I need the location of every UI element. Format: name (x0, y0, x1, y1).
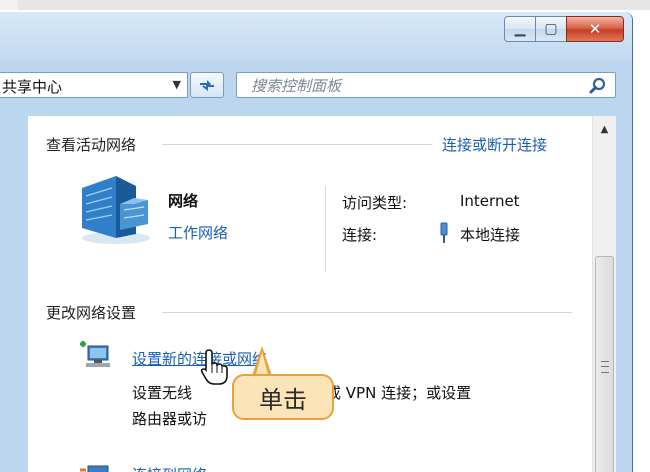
scroll-up-icon[interactable]: ▲ (593, 116, 616, 142)
refresh-button[interactable] (190, 72, 224, 98)
callout-text: 单击 (259, 385, 307, 414)
connect-to-network-link[interactable]: 连接到网络 (132, 464, 207, 472)
breadcrumb-text: 共享中心 (2, 78, 63, 96)
description-part-a: 设置无线 (132, 384, 193, 402)
scrollbar-thumb[interactable] (595, 256, 614, 472)
vertical-scrollbar[interactable]: ▲ (592, 116, 616, 472)
connection-label: 连接: (342, 226, 378, 244)
search-input[interactable] (249, 75, 573, 97)
close-icon: ✕ (588, 20, 602, 38)
close-button[interactable]: ✕ (566, 16, 624, 42)
background-strip-inner (18, 0, 650, 10)
search-icon[interactable] (589, 77, 607, 95)
ethernet-icon (440, 222, 448, 243)
chevron-down-icon[interactable]: ▼ (173, 78, 181, 91)
minimize-icon: ▁ (514, 21, 526, 37)
connect-network-icon (80, 465, 109, 472)
access-type-label: 访问类型: (342, 194, 408, 212)
network-name: 网络 (168, 192, 199, 210)
new-connection-icon (80, 341, 110, 367)
title-bar: ▁ ▢ ✕ (0, 12, 632, 60)
minimize-button[interactable]: ▁ (504, 16, 536, 42)
address-bar: 共享中心 ▼ (0, 68, 632, 108)
search-box[interactable] (236, 72, 616, 98)
click-callout: 单击 (232, 374, 334, 420)
connect-disconnect-link[interactable]: 连接或断开连接 (442, 134, 547, 155)
section-title-active-networks: 查看活动网络 (46, 136, 137, 154)
local-connection-link[interactable]: 本地连接 (460, 224, 520, 245)
refresh-icon (200, 80, 214, 91)
divider (162, 144, 432, 145)
maximize-button[interactable]: ▢ (535, 16, 567, 42)
maximize-icon: ▢ (544, 21, 558, 37)
description-line-2: 路由器或访 (132, 410, 208, 428)
network-type-link[interactable]: 工作网络 (168, 222, 228, 243)
breadcrumb[interactable]: 共享中心 ▼ (0, 72, 188, 98)
access-type-value: Internet (460, 192, 520, 210)
background-strip (0, 0, 650, 10)
setup-connection-description: 设置无线 临时或 VPN 连接；或设置 路由器或访 (132, 380, 582, 432)
grip-icon (601, 361, 609, 373)
network-building-icon (82, 176, 150, 244)
vertical-divider (325, 186, 326, 272)
section-title-change-settings: 更改网络设置 (46, 304, 137, 322)
divider (162, 312, 572, 313)
caption-buttons: ▁ ▢ ✕ (504, 16, 624, 42)
